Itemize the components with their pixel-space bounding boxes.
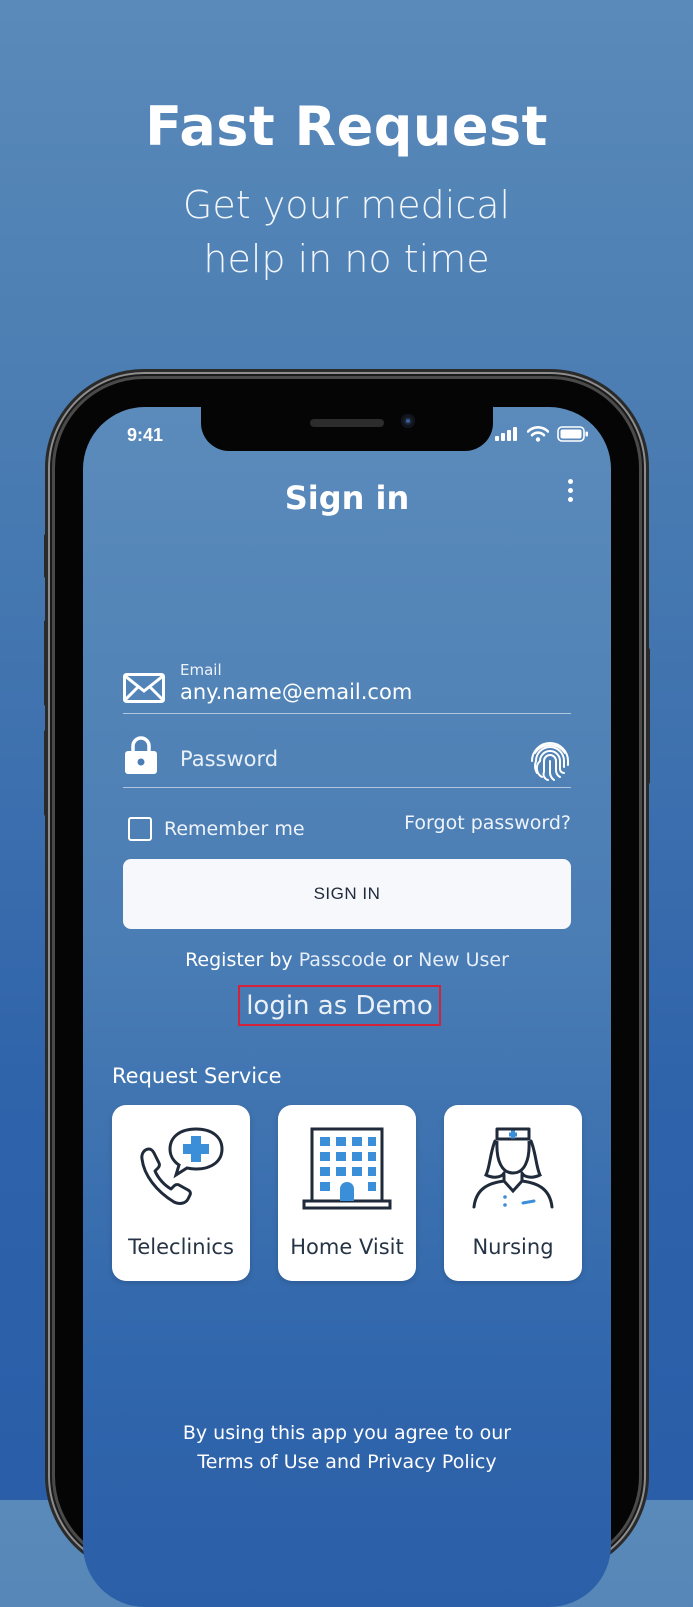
privacy-policy-link[interactable]: Privacy Policy <box>367 1451 496 1473</box>
phone-chat-medical-icon <box>140 1127 224 1205</box>
subheadline-line-1: Get your medical <box>182 183 511 227</box>
page-title: Sign in <box>284 479 410 517</box>
password-field[interactable]: Password <box>123 731 571 788</box>
sign-in-button[interactable]: SIGN IN <box>123 859 571 929</box>
terms-footer: By using this app you agree to our Terms… <box>83 1419 611 1477</box>
envelope-icon <box>123 673 165 703</box>
forgot-password-link[interactable]: Forgot password? <box>404 812 571 834</box>
register-prefix: Register by <box>185 949 293 971</box>
remember-me-checkbox[interactable] <box>128 817 152 841</box>
email-field[interactable]: Email any.name@email.com <box>123 657 571 714</box>
email-label: Email <box>180 661 222 679</box>
lock-icon <box>125 736 157 774</box>
remember-me-label: Remember me <box>164 818 305 840</box>
fingerprint-icon[interactable] <box>529 739 571 783</box>
terms-of-use-link[interactable]: Terms of Use <box>197 1451 319 1473</box>
register-new-user-link[interactable]: New User <box>418 949 509 971</box>
cellular-signal-icon <box>495 427 517 441</box>
phone-frame: 9:41 Sign in Email any.name@email.com Pa… <box>44 372 650 1607</box>
phone-volume-down <box>44 730 48 816</box>
footer-line-2: Terms of Use and Privacy Policy <box>83 1448 611 1477</box>
service-card-nursing[interactable]: Nursing <box>444 1105 582 1281</box>
phone-volume-up <box>44 620 48 706</box>
wifi-icon <box>527 426 549 442</box>
nurse-icon <box>472 1127 554 1209</box>
battery-icon <box>557 426 588 442</box>
login-as-demo-link[interactable]: login as Demo <box>238 985 441 1026</box>
service-cards: Teleclinics Home Visit Nursing <box>112 1105 582 1281</box>
phone-notch <box>201 407 493 451</box>
phone-silent-switch <box>44 534 48 578</box>
headline: Fast Request <box>145 95 548 158</box>
subheadline: Get your medical help in no time <box>0 178 693 286</box>
request-service-title: Request Service <box>112 1064 282 1088</box>
hospital-building-icon <box>302 1127 392 1210</box>
register-line: Register by Passcode or New User <box>83 949 611 971</box>
footer-line-1: By using this app you agree to our <box>182 1422 512 1444</box>
app-screen: 9:41 Sign in Email any.name@email.com Pa… <box>83 407 611 1607</box>
service-card-label: Home Visit <box>290 1235 404 1259</box>
status-time: 9:41 <box>127 425 164 445</box>
service-card-label: Nursing <box>472 1235 554 1259</box>
footer-and: and <box>325 1451 362 1473</box>
password-placeholder[interactable]: Password <box>180 747 278 771</box>
subheadline-line-2: help in no time <box>203 237 490 281</box>
email-value[interactable]: any.name@email.com <box>180 680 412 704</box>
speaker-grille <box>310 419 384 427</box>
service-card-teleclinics[interactable]: Teleclinics <box>112 1105 250 1281</box>
register-or: or <box>392 949 413 971</box>
service-card-home-visit[interactable]: Home Visit <box>278 1105 416 1281</box>
register-passcode-link[interactable]: Passcode <box>299 949 387 971</box>
more-vert-icon[interactable] <box>565 479 575 507</box>
front-camera <box>401 414 415 428</box>
remember-me[interactable]: Remember me <box>128 817 305 841</box>
service-card-label: Teleclinics <box>128 1235 234 1259</box>
phone-power-button <box>646 648 650 784</box>
login-as-demo-label[interactable]: login as Demo <box>246 991 433 1021</box>
status-icons <box>495 426 589 442</box>
